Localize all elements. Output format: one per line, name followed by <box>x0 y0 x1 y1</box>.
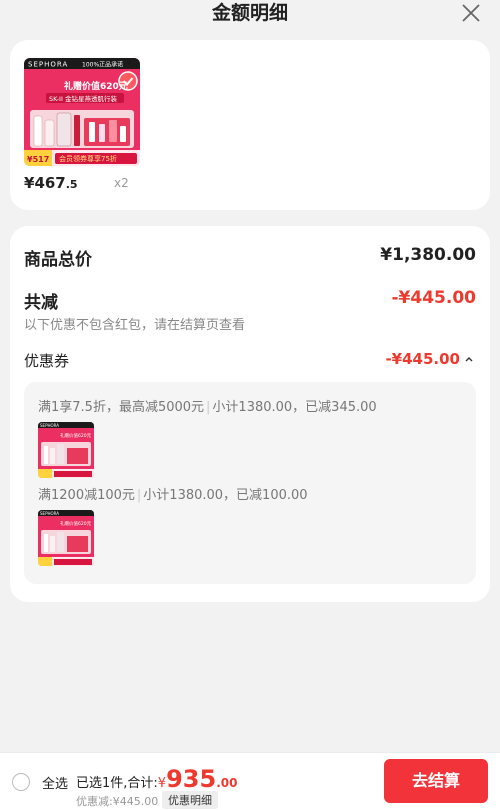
total-label: 商品总价 <box>24 250 92 270</box>
product-card: SEPHORA 100%正品承诺 礼赠价值620元 SK-II 金钻星燕透肌行装… <box>10 40 490 210</box>
coupon-label: 优惠券 <box>24 352 70 370</box>
coupon-banner: 会员领券尊享75折 <box>59 154 117 163</box>
coupon-detail-box: 满1享7.5折，最高减5000元 | 小计1380.00，已减345.00 SEPH… <box>24 382 476 584</box>
summary-card: 商品总价 ¥1,380.00 共减 -¥445.00 以下优惠不包含红包，请在结… <box>10 226 490 602</box>
coupon-row[interactable]: 优惠券 -¥445.00 <box>24 350 476 371</box>
coupon-product-thumb-1: SEPHORA 礼赠价值620元 <box>38 422 94 478</box>
reduce-note: 以下优惠不包含红包，请在结算页查看 <box>24 318 246 333</box>
product-price: ¥467.5 <box>24 174 78 192</box>
gift-text: 礼赠价值620元 <box>64 80 128 92</box>
discount-detail-button[interactable]: 优惠明细 <box>162 791 218 809</box>
coupon-detail-1: 满1享7.5折，最高减5000元 | 小计1380.00，已减345.00 <box>38 400 377 415</box>
total-value: ¥1,380.00 <box>380 245 476 265</box>
authentic-tag: 100%正品承诺 <box>82 61 123 69</box>
discount-text: 优惠减:¥445.00 <box>76 795 159 808</box>
svg-text:礼赠价值620元: 礼赠价值620元 <box>60 520 92 527</box>
page-header: 金额明细 <box>0 0 500 34</box>
svg-text:礼赠价值620元: 礼赠价值620元 <box>60 432 92 439</box>
coupon-value: -¥445.00 <box>385 350 460 368</box>
bottom-bar: 全选 已选1件,合计:¥935.00 优惠减:¥445.00 优惠明细 去结算 <box>0 752 500 810</box>
reduce-value: -¥445.00 <box>391 288 477 308</box>
checkout-button[interactable]: 去结算 <box>384 759 488 803</box>
svg-text:SEPHORA: SEPHORA <box>40 511 59 516</box>
select-all-label[interactable]: 全选 <box>42 773 68 792</box>
close-icon[interactable] <box>460 2 482 24</box>
page-title: 金额明细 <box>211 2 288 24</box>
svg-text:SEPHORA: SEPHORA <box>40 423 59 428</box>
brand-label: SEPHORA <box>28 61 68 69</box>
chevron-up-icon[interactable] <box>464 355 474 363</box>
product-subtitle: SK-II 金钻星燕透肌行装 <box>49 94 117 103</box>
total-amount: ¥935.00 <box>157 765 238 793</box>
select-all-radio[interactable] <box>12 773 30 791</box>
reduce-label: 共减 <box>24 293 58 313</box>
svg-text:¥517: ¥517 <box>27 155 49 164</box>
coupon-product-thumb-2: SEPHORA 礼赠价值620元 <box>38 510 94 566</box>
product-quantity: x2 <box>114 176 129 190</box>
product-image[interactable]: SEPHORA 100%正品承诺 礼赠价值620元 SK-II 金钻星燕透肌行装… <box>24 58 140 166</box>
reduce-row: 共减 -¥445.00 <box>24 288 476 313</box>
total-row: 商品总价 ¥1,380.00 <box>24 245 476 270</box>
coupon-detail-2: 满1200减100元 | 小计1380.00，已减100.00 <box>38 488 308 503</box>
selection-summary: 已选1件,合计:¥935.00 <box>76 765 238 793</box>
